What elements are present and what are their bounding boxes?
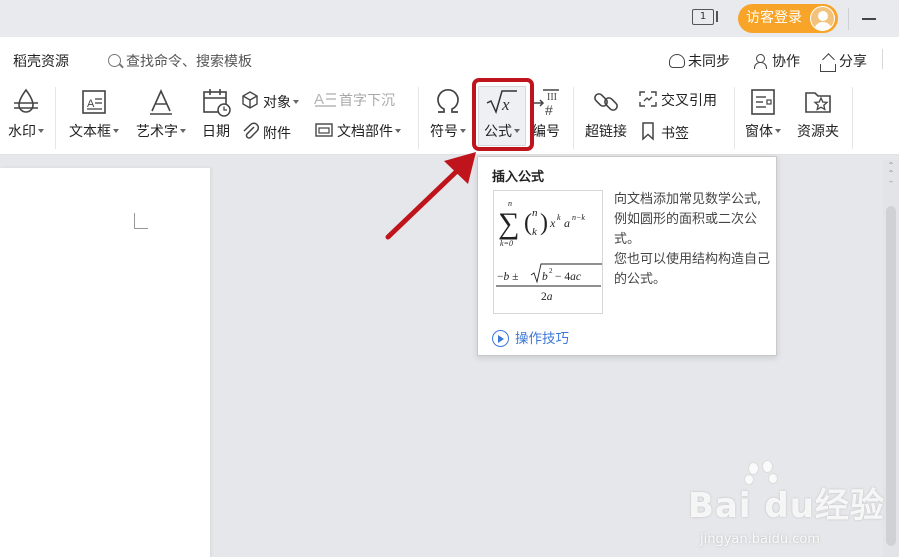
watermark-brand-text: Bai du经验 xyxy=(688,486,885,526)
watermark-url-text: jingyan.baidu.com xyxy=(700,532,820,547)
baidu-jingyan-watermark: Bai du经验 jingyan.baidu.com xyxy=(688,460,888,557)
